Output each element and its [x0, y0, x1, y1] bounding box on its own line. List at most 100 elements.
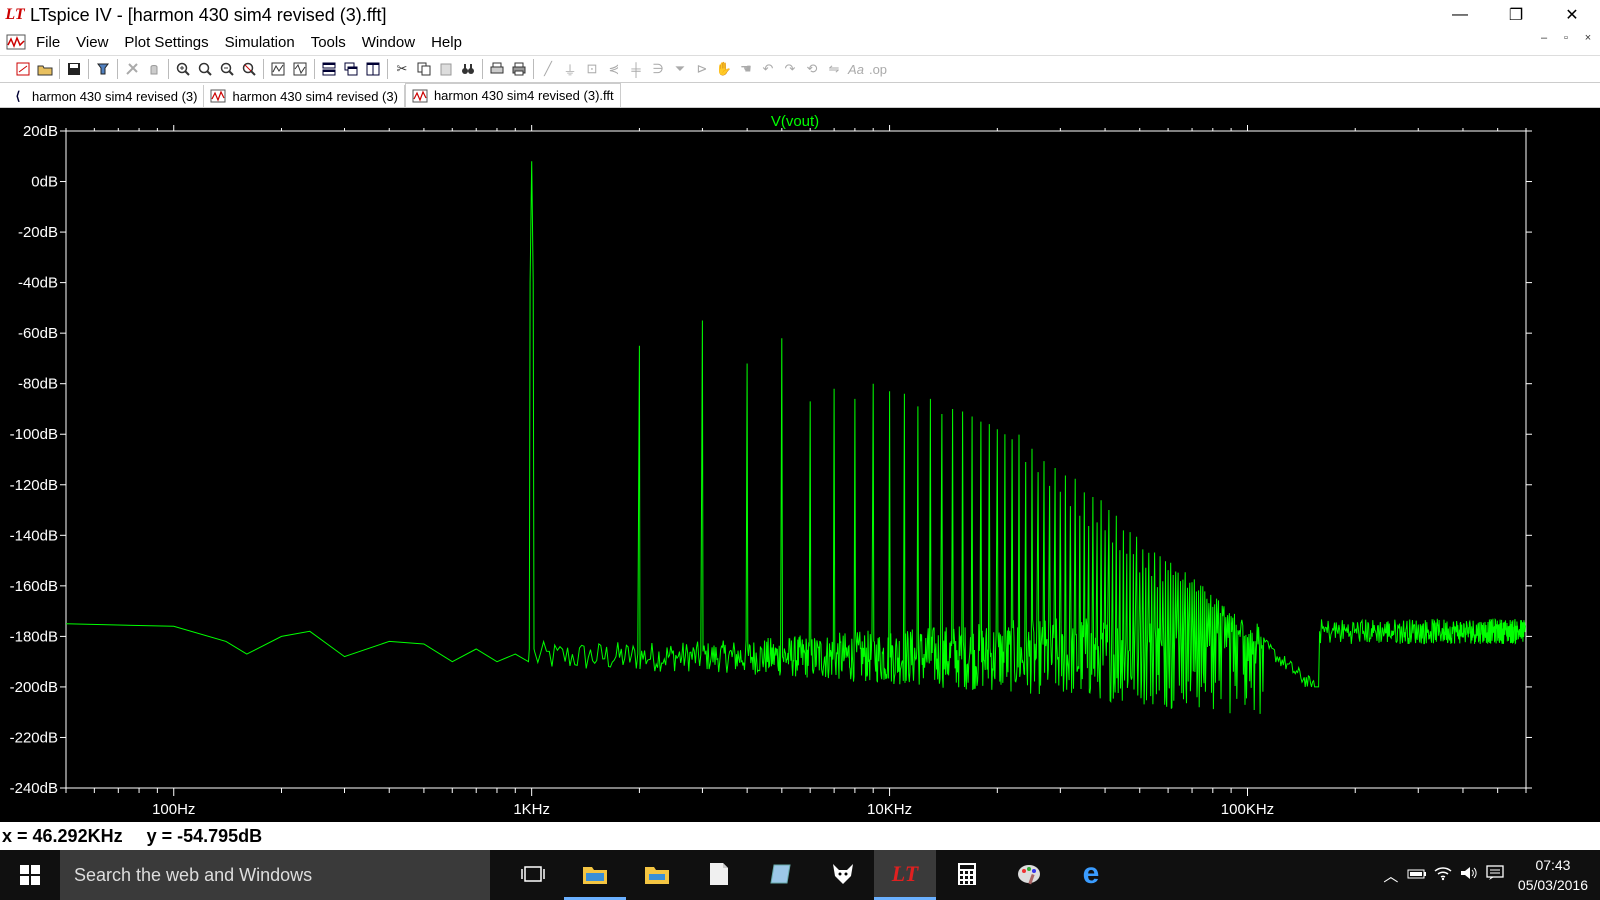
x-tick-label: 100KHz	[1221, 801, 1274, 818]
ground-icon[interactable]: ⏚	[559, 58, 581, 80]
component-icon[interactable]: ⊳	[691, 58, 713, 80]
toolbar-separator	[117, 59, 118, 79]
taskbar-search-input[interactable]: Search the web and Windows	[60, 850, 490, 900]
print-icon[interactable]	[486, 58, 508, 80]
plot-settings-icon[interactable]	[289, 58, 311, 80]
menu-help[interactable]: Help	[423, 34, 470, 51]
halt-icon[interactable]	[143, 58, 165, 80]
menu-simulation[interactable]: Simulation	[217, 34, 303, 51]
copy-icon[interactable]	[413, 58, 435, 80]
toolbar-separator	[314, 59, 315, 79]
action-center-icon[interactable]	[1482, 865, 1508, 885]
rotate-icon[interactable]: ⟲	[801, 58, 823, 80]
new-schematic-icon[interactable]	[12, 58, 34, 80]
task-view-icon[interactable]	[502, 850, 564, 900]
diode-icon[interactable]: ⏷	[669, 58, 691, 80]
mdi-restore-button[interactable]: ▫	[1558, 32, 1574, 44]
tab-label: harmon 430 sim4 revised (3).fft	[433, 88, 614, 103]
toolbar-separator	[387, 59, 388, 79]
cascade-icon[interactable]	[340, 58, 362, 80]
drag-icon[interactable]: ☚	[735, 58, 757, 80]
y-tick-label: -60dB	[18, 325, 58, 342]
trace-vout[interactable]	[65, 161, 1526, 714]
toolbar-separator	[59, 59, 60, 79]
paste-icon[interactable]	[435, 58, 457, 80]
mdi-minimize-button[interactable]: –	[1536, 32, 1552, 44]
y-tick-label: -240dB	[10, 780, 58, 797]
document-waveform-icon[interactable]	[4, 32, 28, 52]
volume-icon[interactable]	[1456, 865, 1482, 885]
restore-button[interactable]: ❐	[1488, 0, 1544, 30]
tab-schematic[interactable]: ⟨ harmon 430 sim4 revised (3)	[4, 85, 205, 107]
autorange-icon[interactable]	[267, 58, 289, 80]
label-icon[interactable]: ⊡	[581, 58, 603, 80]
tile-icon[interactable]	[362, 58, 384, 80]
tab-waveform[interactable]: harmon 430 sim4 revised (3)	[204, 85, 405, 107]
open-icon[interactable]	[34, 58, 56, 80]
y-tick-label: -180dB	[10, 628, 58, 645]
paint-app-icon[interactable]	[998, 850, 1060, 900]
battery-icon[interactable]	[1404, 867, 1430, 884]
waveform-plot[interactable]: V(vout) 20dB 0dB -20dB -40dB -60dB -80dB -100d…	[0, 108, 1600, 822]
fox-app-icon[interactable]	[812, 850, 874, 900]
taskbar-clock[interactable]: 07:43 05/03/2016	[1518, 855, 1588, 895]
cut-icon[interactable]: ✂	[391, 58, 413, 80]
trace-label-vout[interactable]: V(vout)	[771, 113, 819, 130]
fft-plot-svg[interactable]: V(vout) 20dB 0dB -20dB -40dB -60dB -80dB -100d…	[0, 108, 1600, 822]
y-tick-label: -20dB	[18, 224, 58, 241]
calculator-icon[interactable]	[936, 850, 998, 900]
redo-icon[interactable]: ↷	[779, 58, 801, 80]
zoom-pan-icon[interactable]	[194, 58, 216, 80]
clock-date: 05/03/2016	[1517, 877, 1588, 893]
ltspice-taskbar-icon[interactable]: LT	[874, 850, 936, 900]
cursor-y-readout: y = -54.795dB	[146, 825, 263, 846]
wire-icon[interactable]: ╱	[537, 58, 559, 80]
y-tick-label: -200dB	[10, 679, 58, 696]
clock-time: 07:43	[1535, 857, 1571, 873]
resistor-icon[interactable]: ⋞	[603, 58, 625, 80]
text-icon[interactable]: Aa	[845, 58, 867, 80]
mirror-icon[interactable]: ⇋	[823, 58, 845, 80]
undo-icon[interactable]: ↶	[757, 58, 779, 80]
menu-window[interactable]: Window	[354, 34, 423, 51]
y-tick-label: 20dB	[23, 123, 58, 140]
y-tick-label: -80dB	[18, 376, 58, 393]
mdi-close-button[interactable]: ×	[1580, 32, 1596, 44]
run-icon[interactable]	[121, 58, 143, 80]
control-panel-icon[interactable]	[92, 58, 114, 80]
print-preview-icon[interactable]	[508, 58, 530, 80]
x-tick-label: 10KHz	[867, 801, 912, 818]
menu-tools[interactable]: Tools	[303, 34, 354, 51]
ltspice-logo-icon: LT	[5, 6, 25, 23]
find-icon[interactable]	[457, 58, 479, 80]
toolbar-separator	[168, 59, 169, 79]
y-tick-label: -40dB	[18, 275, 58, 292]
minimize-button[interactable]: —	[1432, 0, 1488, 30]
zoom-in-icon[interactable]	[172, 58, 194, 80]
document-icon[interactable]	[688, 850, 750, 900]
notes-app-icon[interactable]	[750, 850, 812, 900]
file-explorer-icon[interactable]	[564, 850, 626, 900]
wifi-icon[interactable]	[1430, 865, 1456, 885]
close-button[interactable]: ✕	[1544, 0, 1600, 30]
capacitor-icon[interactable]: ╪	[625, 58, 647, 80]
tile-horizontal-icon[interactable]	[318, 58, 340, 80]
x-tick-label: 1KHz	[513, 801, 550, 818]
save-icon[interactable]	[63, 58, 85, 80]
start-button[interactable]	[0, 850, 60, 900]
move-icon[interactable]: ✋	[713, 58, 735, 80]
spice-directive-icon[interactable]: .op	[867, 58, 889, 80]
menu-plot-settings[interactable]: Plot Settings	[116, 34, 216, 51]
zoom-out-icon[interactable]	[216, 58, 238, 80]
menu-view[interactable]: View	[68, 34, 116, 51]
tab-label: harmon 430 sim4 revised (3)	[32, 88, 198, 104]
y-tick-label: -120dB	[10, 477, 58, 494]
y-tick-label: 0dB	[31, 174, 58, 191]
folder-icon[interactable]	[626, 850, 688, 900]
inductor-icon[interactable]: ∋	[647, 58, 669, 80]
edge-browser-icon[interactable]: e	[1060, 850, 1122, 900]
zoom-fit-icon[interactable]	[238, 58, 260, 80]
menu-file[interactable]: File	[28, 34, 68, 51]
tab-fft[interactable]: harmon 430 sim4 revised (3).fft	[404, 83, 621, 107]
chevron-up-icon[interactable]: ︿	[1378, 865, 1404, 886]
